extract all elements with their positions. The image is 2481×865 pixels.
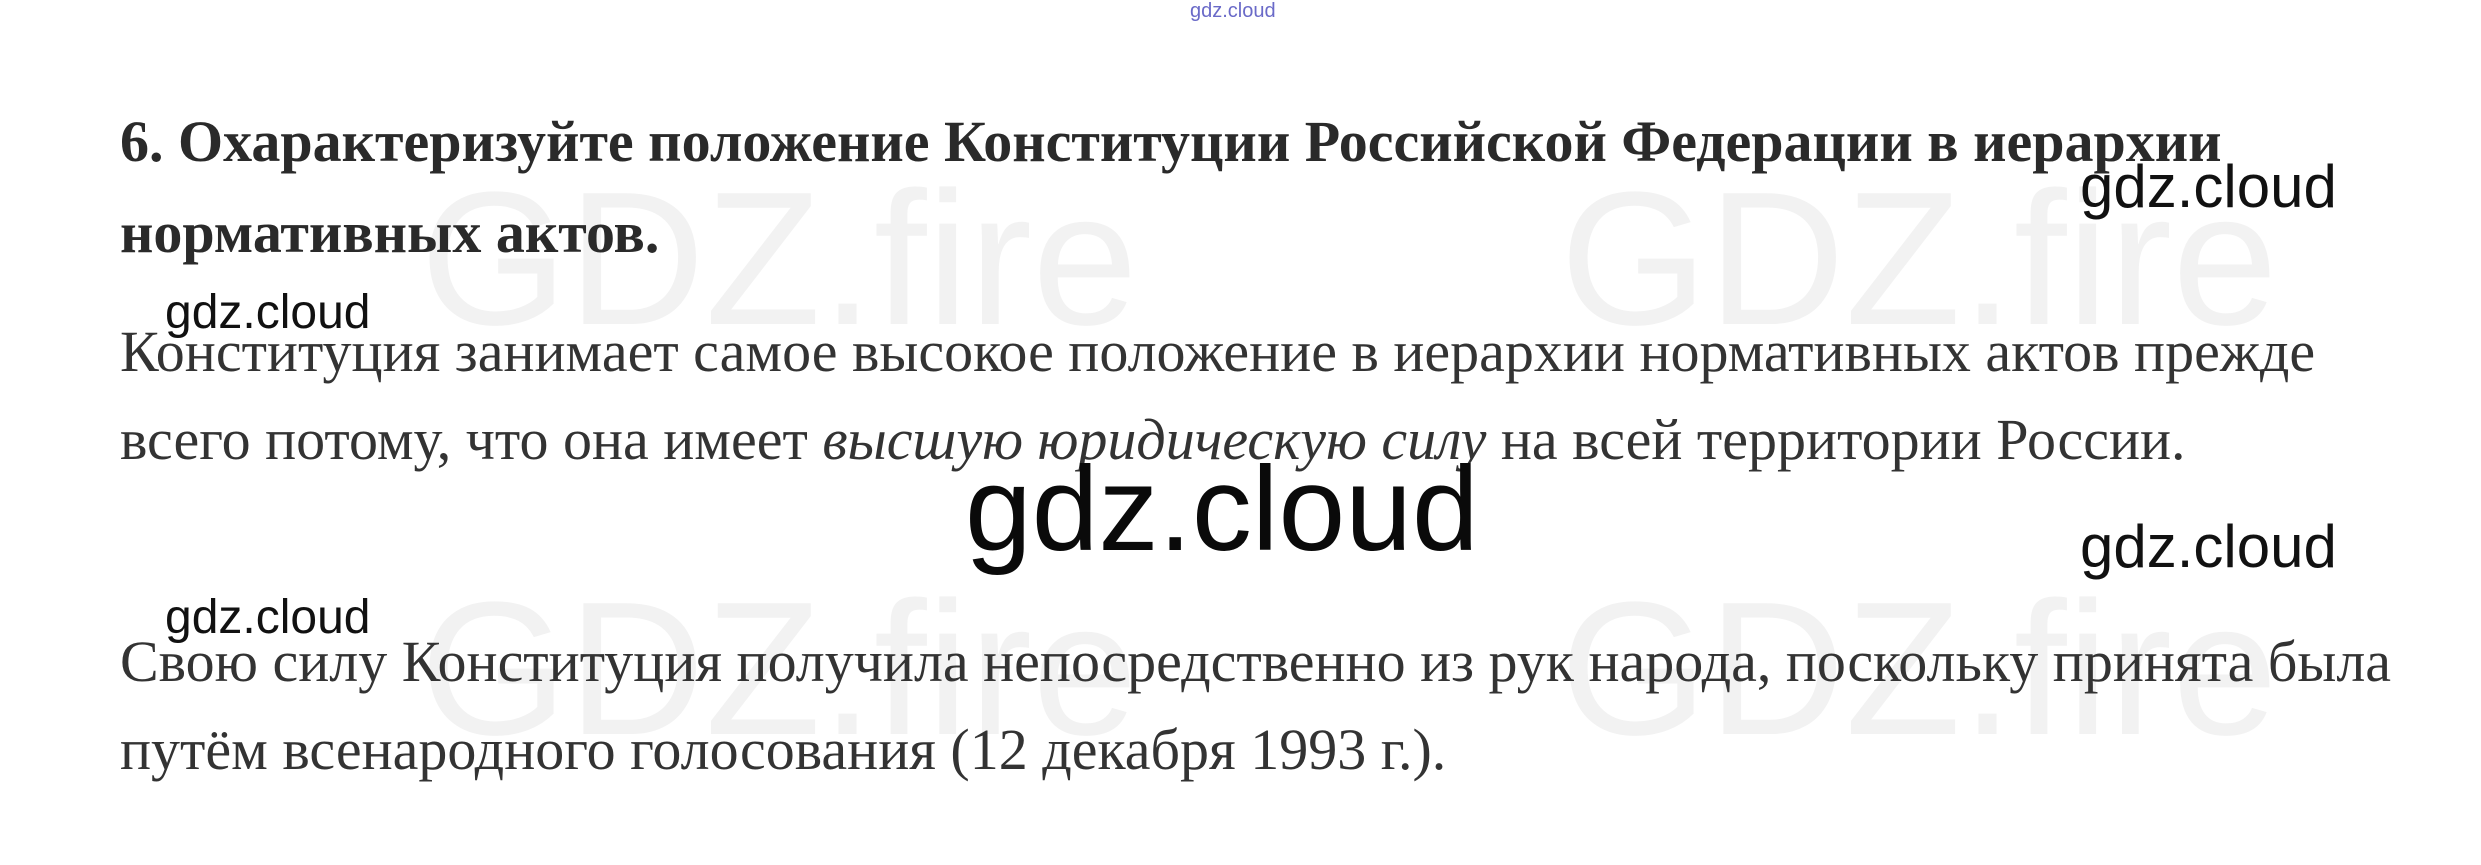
watermark-top: gdz.cloud [1190,0,1276,22]
answer-paragraph-2: Свою силу Конституция получила непосредс… [120,629,2392,782]
page: GDZ.fire GDZ.fire GDZ.fire GDZ.fire gdz.… [0,0,2481,865]
answer-text: на всей территории России. [1486,407,2186,472]
answer-emphasis: высшую юридическую силу [822,407,1487,472]
watermark-right-2: gdz.cloud [2080,513,2337,580]
answer-paragraph-1: Конституция занимает самое высокое полож… [120,308,2420,484]
question-heading: 6. Охарактеризуйте положение Конституции… [120,109,2222,265]
